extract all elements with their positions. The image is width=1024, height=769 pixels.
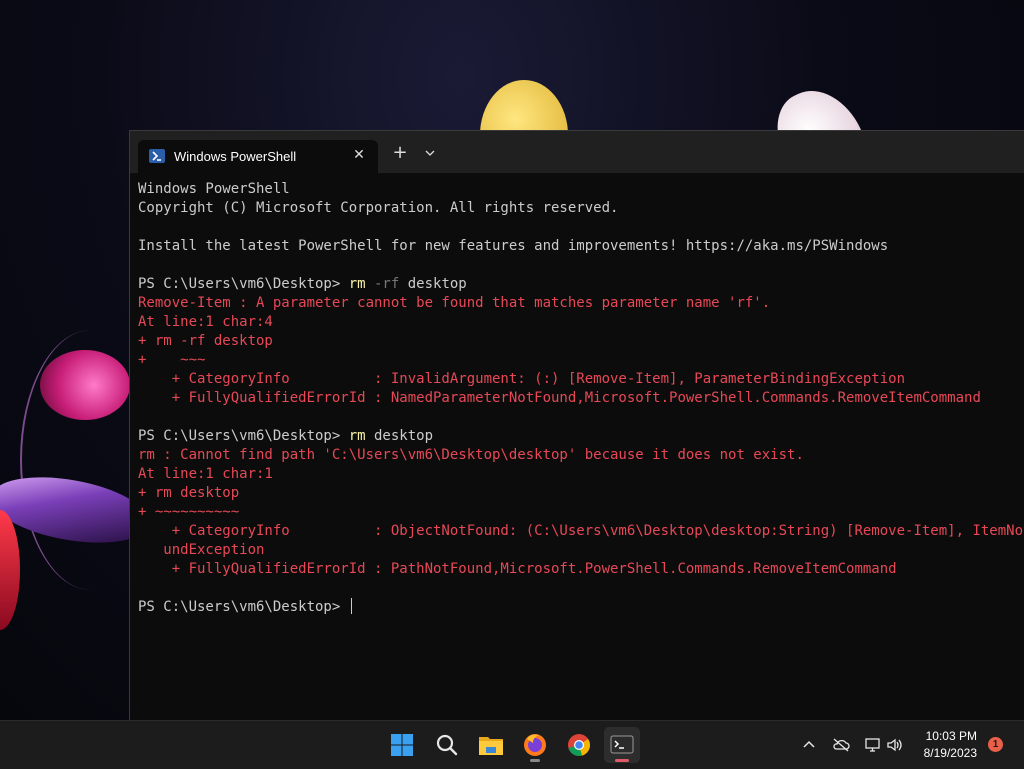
- firefox-button[interactable]: [517, 727, 553, 763]
- prompt: PS C:\Users\vm6\Desktop>: [138, 276, 349, 292]
- error-text: + ~~~~~~~~~~: [138, 504, 240, 520]
- argument: desktop: [365, 428, 434, 444]
- chevron-down-icon[interactable]: [420, 143, 440, 163]
- error-text: rm : Cannot find path 'C:\Users\vm6\Desk…: [138, 447, 804, 463]
- console-line: Windows PowerShell: [138, 180, 1024, 199]
- folder-icon: [479, 737, 503, 755]
- error-text: undException: [138, 542, 265, 558]
- console-line: Remove-Item : A parameter cannot be foun…: [138, 294, 1024, 313]
- console-line: + ~~~~~~~~~~: [138, 503, 1024, 522]
- console-line: + CategoryInfo : InvalidArgument: (:) [R…: [138, 370, 1024, 389]
- console-line: Copyright (C) Microsoft Corporation. All…: [138, 199, 1024, 218]
- error-text: At line:1 char:4: [138, 314, 273, 330]
- output-text: Install the latest PowerShell for new fe…: [138, 238, 889, 254]
- console-line: + CategoryInfo : ObjectNotFound: (C:\Use…: [138, 522, 1024, 541]
- chrome-icon: [568, 734, 590, 756]
- speaker-icon[interactable]: [885, 735, 905, 755]
- console-line: rm : Cannot find path 'C:\Users\vm6\Desk…: [138, 446, 1024, 465]
- network-icon[interactable]: [863, 735, 883, 755]
- terminal-window: Windows PowerShell ✕ + Windows PowerShel…: [129, 130, 1024, 721]
- error-text: At line:1 char:1: [138, 466, 273, 482]
- active-indicator: [615, 759, 629, 762]
- error-text: + FullyQualifiedErrorId : PathNotFound,M…: [138, 561, 897, 577]
- output-text: Windows PowerShell: [138, 181, 290, 197]
- console-line: + rm -rf desktop: [138, 332, 1024, 351]
- text-cursor: [350, 598, 352, 614]
- file-explorer-button[interactable]: [473, 727, 509, 763]
- wallpaper-flower: [0, 310, 130, 640]
- console-line: PS C:\Users\vm6\Desktop>: [138, 598, 1024, 617]
- console-line: PS C:\Users\vm6\Desktop> rm desktop: [138, 427, 1024, 446]
- clock-date[interactable]: 8/19/2023: [907, 746, 977, 760]
- chrome-button[interactable]: [561, 727, 597, 763]
- parameter: -rf: [365, 276, 400, 292]
- plus-icon[interactable]: +: [390, 143, 410, 163]
- powershell-icon: [149, 149, 165, 163]
- output-text: Copyright (C) Microsoft Corporation. All…: [138, 200, 619, 216]
- error-text: + ~~~: [138, 352, 206, 368]
- console-line: + FullyQualifiedErrorId : NamedParameter…: [138, 389, 1024, 408]
- clock-time[interactable]: 10:03 PM: [907, 729, 977, 743]
- taskbar: 10:03 PM 8/19/2023 1: [0, 720, 1024, 769]
- chevron-up-icon[interactable]: [799, 735, 819, 755]
- console-line: + ~~~: [138, 351, 1024, 370]
- error-text: + CategoryInfo : InvalidArgument: (:) [R…: [138, 371, 906, 387]
- notification-badge[interactable]: 1: [988, 737, 1003, 752]
- console-line: At line:1 char:4: [138, 313, 1024, 332]
- search-button[interactable]: [429, 727, 465, 763]
- windows-logo-icon: [391, 734, 413, 756]
- console-line: + FullyQualifiedErrorId : PathNotFound,M…: [138, 560, 1024, 579]
- console-line: undException: [138, 541, 1024, 560]
- console-line: PS C:\Users\vm6\Desktop> rm -rf desktop: [138, 275, 1024, 294]
- console-line: + rm desktop: [138, 484, 1024, 503]
- title-bar[interactable]: Windows PowerShell ✕ +: [130, 131, 1024, 173]
- firefox-icon: [524, 734, 546, 756]
- search-icon: [436, 734, 458, 756]
- terminal-icon: [610, 735, 634, 754]
- prompt: PS C:\Users\vm6\Desktop>: [138, 599, 349, 615]
- prompt: PS C:\Users\vm6\Desktop>: [138, 428, 349, 444]
- console-line: Install the latest PowerShell for new fe…: [138, 237, 1024, 256]
- terminal-button[interactable]: [604, 727, 640, 763]
- error-text: + rm desktop: [138, 485, 240, 501]
- close-icon[interactable]: ✕: [350, 146, 368, 164]
- running-indicator: [530, 759, 540, 762]
- error-text: + FullyQualifiedErrorId : NamedParameter…: [138, 390, 981, 406]
- console-line: At line:1 char:1: [138, 465, 1024, 484]
- command: rm: [348, 428, 366, 444]
- console-output[interactable]: Windows PowerShell Copyright (C) Microsof…: [138, 180, 1024, 715]
- cloud-off-icon[interactable]: [831, 735, 851, 755]
- argument: desktop: [399, 276, 467, 292]
- error-text: + rm -rf desktop: [138, 333, 273, 349]
- tab-title: Windows PowerShell: [174, 149, 297, 164]
- error-text: Remove-Item : A parameter cannot be foun…: [138, 295, 771, 311]
- start-button[interactable]: [384, 727, 420, 763]
- command: rm: [348, 276, 366, 292]
- error-text: + CategoryInfo : ObjectNotFound: (C:\Use…: [138, 523, 1024, 539]
- tab-windows-powershell[interactable]: Windows PowerShell ✕: [138, 140, 378, 173]
